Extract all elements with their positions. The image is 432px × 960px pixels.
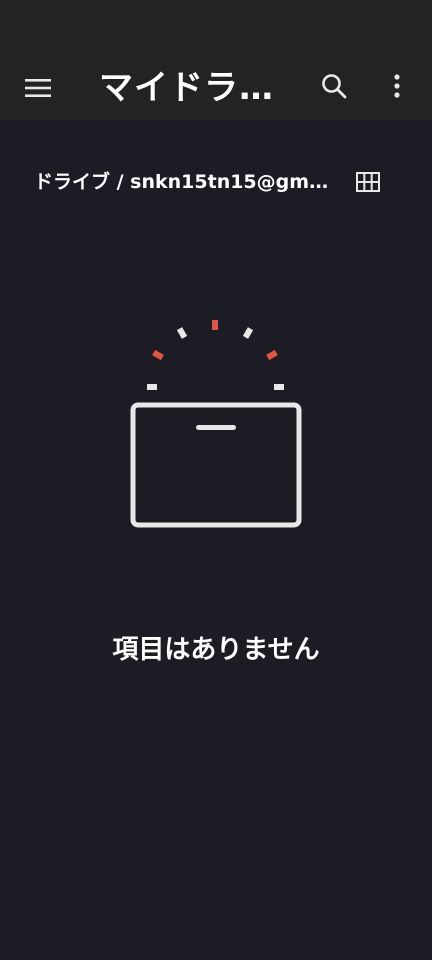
search-icon[interactable] <box>314 66 354 106</box>
page-title: マイドラ... <box>99 68 279 108</box>
breadcrumb[interactable]: ドライブ / snkn15tn15@gmail... <box>34 166 334 198</box>
hamburger-menu-icon[interactable] <box>18 70 58 106</box>
more-vert-icon[interactable] <box>377 66 417 106</box>
status-bar <box>0 0 432 56</box>
app-bar: マイドラ... <box>0 56 432 120</box>
grid-view-icon[interactable] <box>350 164 386 200</box>
empty-state-message: 項目はありません <box>112 635 320 665</box>
empty-box-icon <box>130 318 302 530</box>
breadcrumb-row: ドライブ / snkn15tn15@gmail... <box>0 160 432 204</box>
